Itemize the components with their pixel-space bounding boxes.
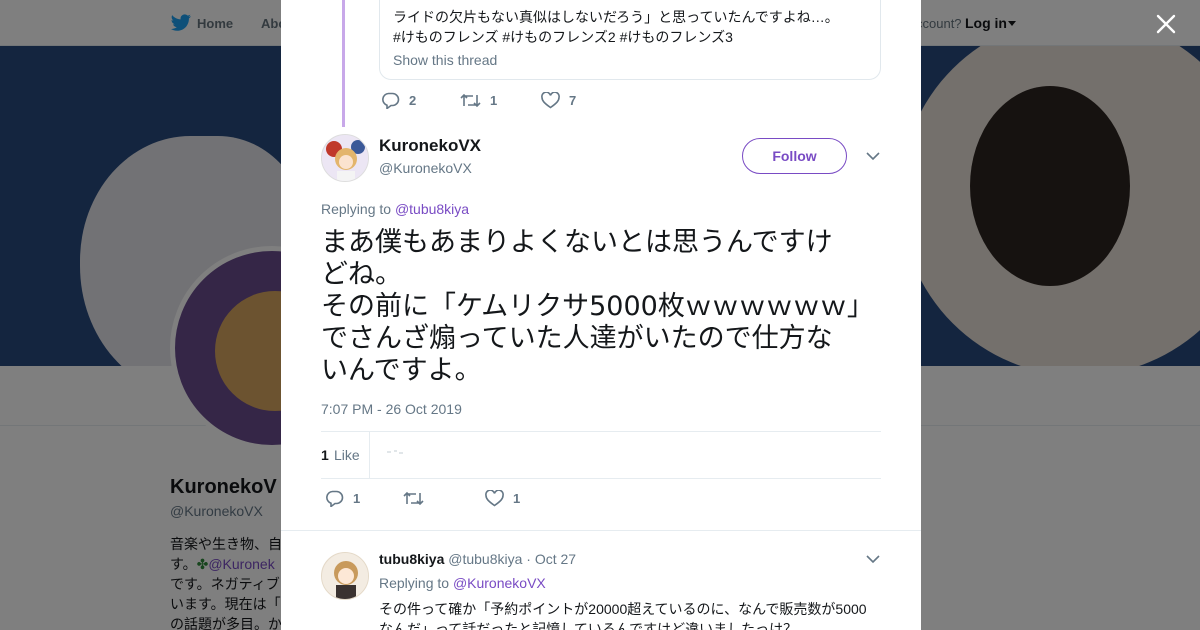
reply-action[interactable]: 2 [381,92,416,109]
like-count: 7 [569,93,577,108]
replying-to-mention[interactable]: @tubu8kiya [395,201,469,217]
like-count: 1 [513,491,521,506]
quoted-tweet-text: ライドの欠片もない真似はしないだろう」と思っていたんですよね…。 [393,9,839,25]
reply-replying-to: Replying to @KuronekoVX [379,575,546,591]
retweet-icon [460,93,481,108]
reply-author-handle[interactable]: @tubu8kiya [448,551,522,567]
reply-action[interactable]: 1 [325,490,360,507]
retweet-action[interactable]: 1 [460,92,497,109]
like-action[interactable]: 1 [485,490,520,507]
replying-to-label: Replying to [321,201,392,217]
follow-button[interactable]: Follow [742,138,847,174]
chevron-down-icon[interactable] [866,150,880,162]
author-handle[interactable]: @KuronekoVX [379,160,472,176]
tweet-text-line: どね。 [321,259,402,290]
reply-count: 1 [353,491,361,506]
reply-header: tubu8kiya @tubu8kiya · Oct 27 [379,551,576,567]
tweet-timestamp[interactable]: 7:07 PM - 26 Oct 2019 [321,401,462,417]
tweet-stats: 1 Like [321,431,881,479]
reply-icon [326,490,344,507]
tweet-separator [281,530,921,531]
replying-to: Replying to @tubu8kiya [321,201,469,217]
replying-to-label: Replying to [379,575,450,591]
reply-icon [382,92,400,109]
thread-connector-line [342,0,345,127]
reply-author-avatar[interactable] [321,552,369,600]
like-stat-label[interactable]: Like [334,447,360,463]
retweet-action[interactable] [403,490,433,507]
quoted-tweet-card[interactable]: ライドの欠片もない真似はしないだろう」と思っていたんですよね…。 #けものフレン… [379,0,881,80]
tweet-text-line: その前に「ケムリクサ5000枚ｗｗｗｗｗｗ」 [321,291,874,322]
quoted-tweet-hashtags[interactable]: #けものフレンズ #けものフレンズ2 #けものフレンズ3 [393,27,733,47]
reply-date[interactable]: · Oct 27 [526,551,576,567]
heart-icon [541,92,560,109]
avatar-artwork [322,553,368,599]
reply-count: 2 [409,93,417,108]
reply-text-line: なんだ」って話だったと記憶しているんですけど違いましたっけ？ [379,621,798,630]
close-icon[interactable] [1155,13,1177,35]
author-name[interactable]: KuronekoVX [379,136,481,156]
tweet-modal: ライドの欠片もない真似はしないだろう」と思っていたんですよね…。 #けものフレン… [281,0,921,630]
tweet-text-line: でさんざ煽っていた人達がいたので仕方な [321,323,833,354]
like-stat-count[interactable]: 1 [321,447,329,463]
show-thread-link[interactable]: Show this thread [393,52,497,68]
tweet-text-line: まあ僕もあまりよくないとは思うんですけ [321,227,833,258]
chevron-down-icon[interactable] [866,553,880,565]
author-avatar[interactable] [321,134,369,182]
liker-avatar-icon[interactable] [385,447,405,457]
heart-icon [485,490,504,507]
tweet-text-line: いんですよ。 [321,355,482,386]
like-action[interactable]: 7 [541,92,576,109]
replying-to-mention[interactable]: @KuronekoVX [453,575,546,591]
tweet-text: まあ僕もあまりよくないとは思うんですけ どね。 その前に「ケムリクサ5000枚ｗ… [321,227,881,387]
reply-text-line: その件って確か「予約ポイントが20000超えているのに、なんで販売数が5000 [379,601,867,617]
reply-tweet-text: その件って確か「予約ポイントが20000超えているのに、なんで販売数が5000 … [379,599,879,630]
stats-divider [369,432,370,479]
retweet-icon [403,491,424,506]
retweet-count: 1 [490,93,498,108]
reply-author-name[interactable]: tubu8kiya [379,551,444,567]
avatar-artwork [322,135,368,181]
